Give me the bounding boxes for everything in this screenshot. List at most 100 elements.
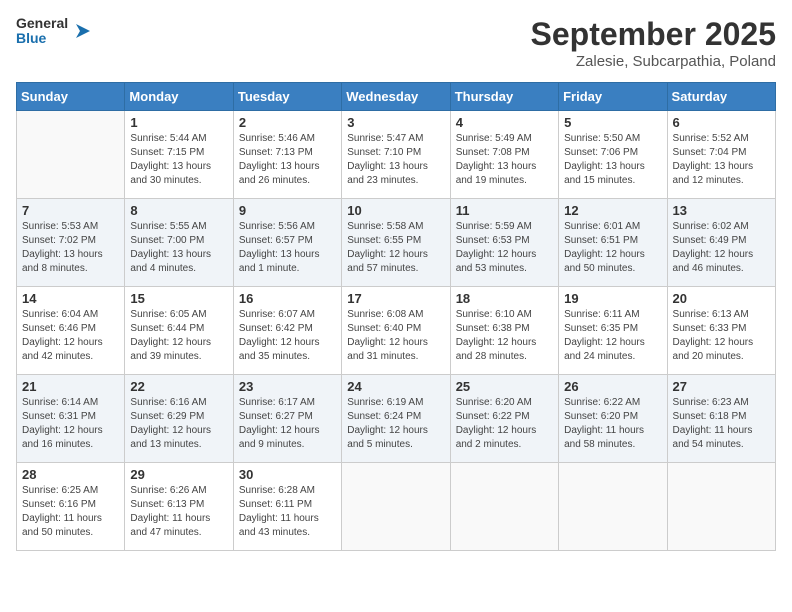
day-detail: Sunrise: 6:20 AM Sunset: 6:22 PM Dayligh… [456, 396, 553, 452]
day-detail: Sunrise: 5:53 AM Sunset: 7:02 PM Dayligh… [22, 220, 119, 276]
day-detail: Sunrise: 6:11 AM Sunset: 6:35 PM Dayligh… [564, 308, 661, 364]
day-number: 1 [130, 115, 227, 130]
calendar-cell: 18 Sunrise: 6:10 AM Sunset: 6:38 PM Dayli… [450, 287, 558, 375]
day-detail: Sunrise: 5:58 AM Sunset: 6:55 PM Dayligh… [347, 220, 444, 276]
logo-text: General Blue [16, 16, 68, 47]
day-detail: Sunrise: 5:46 AM Sunset: 7:13 PM Dayligh… [239, 132, 336, 188]
calendar-week-row: 21Sunrise: 6:14 AM Sunset: 6:31 PM Dayli… [17, 375, 776, 463]
logo-icon [72, 20, 94, 42]
calendar-cell: 17 Sunrise: 6:08 AM Sunset: 6:40 PM Dayli… [342, 287, 450, 375]
weekday-header: Tuesday [233, 83, 341, 111]
day-detail: Sunrise: 6:26 AM Sunset: 6:13 PM Dayligh… [130, 484, 227, 540]
calendar-week-row: 14 Sunrise: 6:04 AM Sunset: 6:46 PM Dayli… [17, 287, 776, 375]
calendar-cell: 7Sunrise: 5:53 AM Sunset: 7:02 PM Daylig… [17, 199, 125, 287]
day-detail: Sunrise: 6:28 AM Sunset: 6:11 PM Dayligh… [239, 484, 336, 540]
day-number: 18 [456, 291, 553, 306]
calendar-cell: 23 Sunrise: 6:17 AM Sunset: 6:27 PM Dayli… [233, 375, 341, 463]
day-number: 19 [564, 291, 661, 306]
calendar-cell [450, 463, 558, 551]
calendar-body: 1 Sunrise: 5:44 AM Sunset: 7:15 PM Daylig… [17, 111, 776, 551]
day-detail: Sunrise: 6:17 AM Sunset: 6:27 PM Dayligh… [239, 396, 336, 452]
day-number: 14 [22, 291, 119, 306]
logo: General Blue [16, 16, 94, 47]
month-title: September 2025 [531, 16, 776, 53]
day-detail: Sunrise: 6:23 AM Sunset: 6:18 PM Dayligh… [673, 396, 770, 452]
day-detail: Sunrise: 6:22 AM Sunset: 6:20 PM Dayligh… [564, 396, 661, 452]
calendar-cell: 14 Sunrise: 6:04 AM Sunset: 6:46 PM Dayli… [17, 287, 125, 375]
weekday-header: Monday [125, 83, 233, 111]
weekday-header: Saturday [667, 83, 775, 111]
location-subtitle: Zalesie, Subcarpathia, Poland [531, 53, 776, 70]
calendar-cell [559, 463, 667, 551]
day-number: 16 [239, 291, 336, 306]
day-number: 27 [673, 379, 770, 394]
day-number: 11 [456, 203, 553, 218]
day-detail: Sunrise: 6:04 AM Sunset: 6:46 PM Dayligh… [22, 308, 119, 364]
calendar-cell: 15 Sunrise: 6:05 AM Sunset: 6:44 PM Dayli… [125, 287, 233, 375]
day-detail: Sunrise: 5:47 AM Sunset: 7:10 PM Dayligh… [347, 132, 444, 188]
day-number: 24 [347, 379, 444, 394]
day-detail: Sunrise: 5:55 AM Sunset: 7:00 PM Dayligh… [130, 220, 227, 276]
calendar-cell [342, 463, 450, 551]
page-header: General Blue September 2025 Zalesie, Sub… [16, 16, 776, 70]
day-number: 15 [130, 291, 227, 306]
day-number: 21 [22, 379, 119, 394]
day-number: 4 [456, 115, 553, 130]
calendar-cell: 2 Sunrise: 5:46 AM Sunset: 7:13 PM Daylig… [233, 111, 341, 199]
calendar-cell: 26 Sunrise: 6:22 AM Sunset: 6:20 PM Dayli… [559, 375, 667, 463]
day-detail: Sunrise: 6:13 AM Sunset: 6:33 PM Dayligh… [673, 308, 770, 364]
day-number: 12 [564, 203, 661, 218]
calendar-cell [667, 463, 775, 551]
day-detail: Sunrise: 6:16 AM Sunset: 6:29 PM Dayligh… [130, 396, 227, 452]
day-detail: Sunrise: 5:44 AM Sunset: 7:15 PM Dayligh… [130, 132, 227, 188]
day-number: 10 [347, 203, 444, 218]
calendar-cell: 8Sunrise: 5:55 AM Sunset: 7:00 PM Daylig… [125, 199, 233, 287]
day-number: 26 [564, 379, 661, 394]
day-number: 2 [239, 115, 336, 130]
weekday-row: SundayMondayTuesdayWednesdayThursdayFrid… [17, 83, 776, 111]
day-number: 6 [673, 115, 770, 130]
calendar-cell: 27 Sunrise: 6:23 AM Sunset: 6:18 PM Dayli… [667, 375, 775, 463]
day-detail: Sunrise: 5:49 AM Sunset: 7:08 PM Dayligh… [456, 132, 553, 188]
day-number: 17 [347, 291, 444, 306]
calendar-cell: 12 Sunrise: 6:01 AM Sunset: 6:51 PM Dayli… [559, 199, 667, 287]
calendar-cell: 16 Sunrise: 6:07 AM Sunset: 6:42 PM Dayli… [233, 287, 341, 375]
calendar-cell: 22 Sunrise: 6:16 AM Sunset: 6:29 PM Dayli… [125, 375, 233, 463]
calendar-week-row: 28 Sunrise: 6:25 AM Sunset: 6:16 PM Dayli… [17, 463, 776, 551]
day-detail: Sunrise: 6:25 AM Sunset: 6:16 PM Dayligh… [22, 484, 119, 540]
day-detail: Sunrise: 6:05 AM Sunset: 6:44 PM Dayligh… [130, 308, 227, 364]
day-detail: Sunrise: 6:07 AM Sunset: 6:42 PM Dayligh… [239, 308, 336, 364]
day-detail: Sunrise: 6:08 AM Sunset: 6:40 PM Dayligh… [347, 308, 444, 364]
day-detail: Sunrise: 5:56 AM Sunset: 6:57 PM Dayligh… [239, 220, 336, 276]
calendar-cell: 6 Sunrise: 5:52 AM Sunset: 7:04 PM Daylig… [667, 111, 775, 199]
day-detail: Sunrise: 6:01 AM Sunset: 6:51 PM Dayligh… [564, 220, 661, 276]
day-number: 22 [130, 379, 227, 394]
day-detail: Sunrise: 5:59 AM Sunset: 6:53 PM Dayligh… [456, 220, 553, 276]
day-number: 23 [239, 379, 336, 394]
day-detail: Sunrise: 6:10 AM Sunset: 6:38 PM Dayligh… [456, 308, 553, 364]
calendar-cell: 9Sunrise: 5:56 AM Sunset: 6:57 PM Daylig… [233, 199, 341, 287]
logo-blue: Blue [16, 31, 68, 46]
day-detail: Sunrise: 6:02 AM Sunset: 6:49 PM Dayligh… [673, 220, 770, 276]
day-number: 30 [239, 467, 336, 482]
day-number: 13 [673, 203, 770, 218]
calendar-table: SundayMondayTuesdayWednesdayThursdayFrid… [16, 82, 776, 551]
day-number: 28 [22, 467, 119, 482]
calendar-cell: 5Sunrise: 5:50 AM Sunset: 7:06 PM Daylig… [559, 111, 667, 199]
calendar-cell: 20Sunrise: 6:13 AM Sunset: 6:33 PM Dayli… [667, 287, 775, 375]
weekday-header: Sunday [17, 83, 125, 111]
calendar-cell: 29Sunrise: 6:26 AM Sunset: 6:13 PM Dayli… [125, 463, 233, 551]
calendar-cell: 4 Sunrise: 5:49 AM Sunset: 7:08 PM Daylig… [450, 111, 558, 199]
weekday-header: Wednesday [342, 83, 450, 111]
calendar-cell: 3 Sunrise: 5:47 AM Sunset: 7:10 PM Daylig… [342, 111, 450, 199]
day-detail: Sunrise: 6:19 AM Sunset: 6:24 PM Dayligh… [347, 396, 444, 452]
calendar-cell: 30 Sunrise: 6:28 AM Sunset: 6:11 PM Dayli… [233, 463, 341, 551]
day-number: 3 [347, 115, 444, 130]
weekday-header: Friday [559, 83, 667, 111]
day-number: 25 [456, 379, 553, 394]
calendar-week-row: 1 Sunrise: 5:44 AM Sunset: 7:15 PM Daylig… [17, 111, 776, 199]
day-detail: Sunrise: 5:52 AM Sunset: 7:04 PM Dayligh… [673, 132, 770, 188]
calendar-cell: 13 Sunrise: 6:02 AM Sunset: 6:49 PM Dayli… [667, 199, 775, 287]
calendar-cell: 28 Sunrise: 6:25 AM Sunset: 6:16 PM Dayli… [17, 463, 125, 551]
calendar-cell: 10 Sunrise: 5:58 AM Sunset: 6:55 PM Dayli… [342, 199, 450, 287]
